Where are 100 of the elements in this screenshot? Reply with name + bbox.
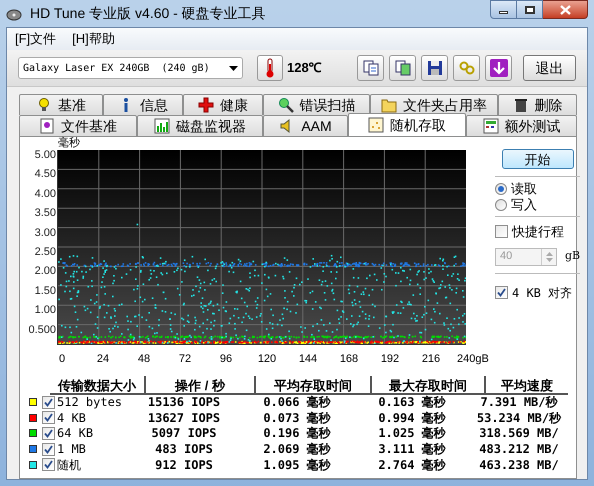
radio-button[interactable]	[495, 183, 507, 195]
close-button[interactable]	[543, 0, 588, 19]
menu-item[interactable]: [F]文件	[15, 29, 56, 49]
checkbox[interactable]	[42, 426, 55, 440]
table-cell-text: 0.994 毫秒	[377, 410, 447, 426]
table-cell-text: 2.069 毫秒	[262, 441, 332, 458]
table-cell-text: 53.234 MB/秒	[476, 410, 562, 427]
checkbox-label: 4 KB 对齐	[512, 284, 572, 302]
radio-button[interactable]	[495, 199, 507, 211]
tab[interactable]: 随机存取	[348, 113, 466, 136]
checkbox[interactable]	[42, 411, 55, 424]
y-axis-label: 2.50	[34, 244, 56, 260]
tab[interactable]: 磁盘监视器	[137, 115, 263, 136]
tab[interactable]: 基准	[19, 94, 103, 115]
y-axis-label: 4.00	[34, 186, 56, 202]
download-button[interactable]	[485, 55, 512, 81]
x-axis-label: 120	[256, 352, 278, 367]
maximize-button[interactable]	[517, 0, 543, 19]
copy-button[interactable]	[389, 55, 416, 81]
minimize-button[interactable]	[490, 0, 517, 19]
x-axis-label: 216	[420, 352, 442, 367]
table-cell-text: 1.025 毫秒	[377, 425, 447, 442]
save-button[interactable]	[421, 55, 448, 81]
table-cell-text: 1.095 毫秒	[262, 456, 332, 474]
x-axis-label: 72	[178, 352, 192, 367]
table-cell-text: 7.391 MB/秒	[479, 394, 559, 412]
table-cell-text: 0.196 毫秒	[262, 425, 332, 442]
x-axis-label: 0	[58, 352, 66, 367]
x-axis-label: 240gB	[457, 352, 487, 367]
tab[interactable]: 健康	[183, 94, 263, 115]
y-axis-label: 5.00	[34, 148, 56, 163]
drive-dropdown[interactable]: Galaxy Laser EX 240GB (240 gB)	[18, 57, 243, 79]
checkbox[interactable]	[495, 286, 508, 299]
checkbox[interactable]	[42, 458, 55, 472]
column-header: 平均存取时间	[256, 376, 372, 392]
caret-icon	[229, 66, 238, 70]
y-axis-label: 3.00	[34, 226, 56, 241]
x-axis-label: 96	[218, 352, 234, 367]
radio-label: 读取	[511, 180, 537, 198]
tab[interactable]: 信息	[103, 94, 183, 115]
table-cell-text: 483 IOPS	[154, 441, 214, 458]
tab[interactable]: 额外测试	[466, 115, 577, 136]
copy-icon	[394, 60, 410, 76]
table-cell-text: 512 bytes	[56, 394, 124, 412]
table-cell-text: 463.238 MB/	[478, 456, 560, 474]
table-cell-text: 0.073 毫秒	[262, 410, 332, 426]
radio-label: 写入	[511, 196, 537, 214]
thermometer-icon	[265, 58, 275, 78]
table-cell-text: 2.764 毫秒	[377, 456, 447, 474]
menu-item[interactable]: [H]帮助	[72, 29, 115, 49]
table-cell-text: 483.212 MB/	[478, 441, 560, 458]
checkbox[interactable]	[42, 396, 55, 409]
tab[interactable]: 删除	[498, 94, 577, 115]
tab[interactable]: 错误扫描	[263, 94, 370, 115]
up-arrow-icon	[546, 252, 552, 256]
table-cell-text: 13627 IOPS	[146, 410, 222, 427]
temperature-reading: 128℃	[287, 59, 322, 78]
table-cell-text: 0.163 毫秒	[377, 394, 447, 412]
x-axis-label: 144	[298, 352, 318, 367]
x-axis-label: 24	[96, 352, 110, 367]
copy-button[interactable]	[357, 55, 384, 81]
table-cell-text: 64 KB	[56, 425, 94, 442]
y-axis-label: 1.00	[34, 303, 56, 318]
y-axis-label: 1.50	[34, 284, 56, 299]
exit-button[interactable]: 退出	[523, 55, 576, 81]
document-icon	[39, 118, 55, 134]
column-header: 传输数据大小	[50, 376, 146, 392]
window-title: HD Tune 专业版 v4.60 - 硬盘专业工具	[30, 4, 266, 23]
magnifier-icon	[278, 97, 294, 113]
checkbox[interactable]	[495, 225, 508, 238]
y-axis-label: 0.500	[28, 322, 56, 338]
column-header: 操作 / 秒	[146, 376, 256, 392]
table-cell-text: 4 KB	[56, 410, 87, 427]
start-button[interactable]: 开始	[502, 149, 574, 169]
table-cell-text: 3.111 毫秒	[377, 441, 447, 458]
checkbox-label: 快捷行程	[512, 223, 564, 241]
table-cell-text: 随机	[56, 456, 82, 474]
x-axis-label: 48	[136, 352, 152, 367]
checkbox[interactable]	[42, 442, 55, 456]
column-header: 平均速度	[500, 376, 554, 392]
copy-icon	[362, 60, 378, 76]
temperature-button[interactable]	[257, 55, 283, 81]
y-axis-label: 2.00	[34, 264, 56, 280]
table-cell-text: 5097 IOPS	[150, 425, 218, 442]
tab[interactable]: 文件夹占用率	[370, 94, 498, 115]
y-axis-label: 3.50	[34, 206, 56, 222]
y-axis-unit: 毫秒	[58, 137, 81, 150]
table-cell-text: 318.569 MB/	[478, 425, 560, 442]
x-axis-label: 192	[380, 352, 400, 367]
table-cell-text: 1 MB	[56, 441, 87, 458]
chain-icon	[458, 60, 474, 76]
dotted-plot-icon	[368, 117, 384, 133]
calculator-icon	[482, 118, 498, 134]
unit-label: gB	[565, 248, 580, 264]
tab[interactable]: 文件基准	[19, 115, 137, 136]
bar-chart-icon	[154, 118, 170, 134]
down-arrow-icon	[546, 258, 552, 262]
column-header: 最大存取时间	[372, 376, 486, 392]
tab[interactable]: AAM	[263, 115, 348, 136]
chain-button[interactable]	[453, 55, 480, 81]
